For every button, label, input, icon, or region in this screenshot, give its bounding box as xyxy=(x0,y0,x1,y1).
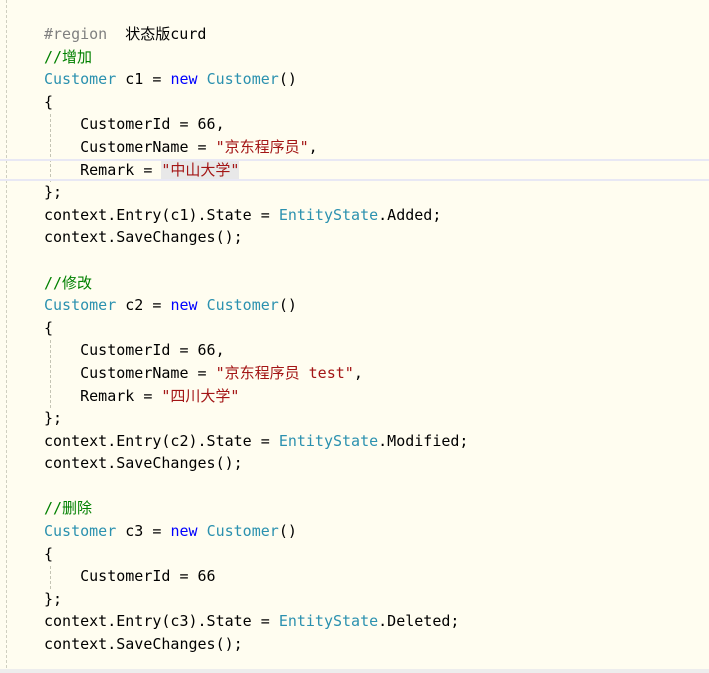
code-token-preproc: #region xyxy=(44,25,108,43)
code-token-type: EntityState xyxy=(278,431,379,450)
code-token-string: "京东程序员 test" xyxy=(215,363,354,382)
code-token-type: EntityState xyxy=(278,205,379,224)
code-line[interactable]: CustomerId = 66, xyxy=(44,113,709,136)
code-token-type: Customer xyxy=(44,296,117,315)
code-token-type: Customer xyxy=(44,70,117,89)
gutter-margin-line xyxy=(6,0,7,673)
code-token-plain: }; xyxy=(44,589,63,608)
code-token-plain: CustomerName = xyxy=(44,137,216,156)
code-token-plain: () xyxy=(278,70,297,89)
code-token-keyword: new xyxy=(170,522,198,541)
code-token-plain: 状态版curd xyxy=(107,25,207,43)
code-token-comment: //修改 xyxy=(44,273,93,292)
code-token-plain: .Added; xyxy=(378,205,442,224)
code-token-keyword: new xyxy=(170,296,198,315)
code-token-plain: () xyxy=(278,296,297,315)
code-line[interactable]: #region 状态版curd xyxy=(44,23,709,46)
code-token-plain: () xyxy=(278,522,297,541)
horizontal-scrollbar-track[interactable] xyxy=(0,669,709,673)
code-line[interactable]: }; xyxy=(44,407,709,430)
code-line[interactable] xyxy=(44,475,709,498)
code-token-plain: , xyxy=(353,363,363,382)
code-line[interactable]: //修改 xyxy=(44,272,709,295)
code-token-comment: //删除 xyxy=(44,499,93,518)
code-token-plain: context.Entry(c2).State = xyxy=(44,431,279,450)
code-line[interactable]: CustomerName = "京东程序员 test", xyxy=(44,362,709,385)
code-token-plain: c2 = xyxy=(116,296,171,315)
code-token-type: Customer xyxy=(206,522,279,541)
code-line[interactable]: context.Entry(c2).State = EntityState.Mo… xyxy=(44,430,709,453)
code-line[interactable]: //删除 xyxy=(44,497,709,520)
code-line[interactable]: }; xyxy=(44,588,709,611)
code-line[interactable]: context.Entry(c1).State = EntityState.Ad… xyxy=(44,204,709,227)
code-token-type: Customer xyxy=(206,296,279,315)
code-token-plain: .Modified; xyxy=(378,431,469,450)
code-line[interactable]: CustomerId = 66 xyxy=(44,565,709,588)
code-token-plain: context.SaveChanges(); xyxy=(44,228,243,247)
code-token-plain: c1 = xyxy=(116,70,171,89)
code-token-plain: { xyxy=(44,318,54,337)
code-line[interactable]: CustomerId = 66, xyxy=(44,339,709,362)
code-token-plain: CustomerId = 66, xyxy=(44,341,225,360)
code-token-plain: }; xyxy=(44,183,63,202)
code-token-string: "京东程序员" xyxy=(215,137,309,156)
code-token-keyword: new xyxy=(170,70,198,89)
code-token-plain: c3 = xyxy=(116,522,171,541)
code-token-type: Customer xyxy=(206,70,279,89)
code-token-plain: CustomerId = 66 xyxy=(44,567,216,586)
code-token-string: "四川大学" xyxy=(161,386,240,405)
code-token-plain: Remark = xyxy=(44,386,162,405)
code-token-type: Customer xyxy=(44,522,117,541)
code-token-plain: CustomerName = xyxy=(44,363,216,382)
code-line[interactable]: context.SaveChanges(); xyxy=(44,633,709,656)
code-line[interactable]: }; xyxy=(44,181,709,204)
code-line[interactable]: { xyxy=(44,317,709,340)
code-area[interactable]: #region 状态版curd//增加 Customer c1 = new Cus… xyxy=(0,23,709,656)
code-line[interactable]: { xyxy=(44,91,709,114)
code-line[interactable]: Remark = "四川大学" xyxy=(44,385,709,408)
code-line[interactable]: Remark = "中山大学" xyxy=(0,158,709,182)
code-token-plain: { xyxy=(44,544,54,563)
code-token-plain: CustomerId = 66, xyxy=(44,115,225,134)
code-token-plain: context.Entry(c3).State = xyxy=(44,612,279,631)
code-token-plain: context.SaveChanges(); xyxy=(44,635,243,654)
code-line[interactable]: { xyxy=(44,543,709,566)
code-token-string: "中山大学" xyxy=(161,160,240,179)
code-token-plain: context.Entry(c1).State = xyxy=(44,205,279,224)
code-line[interactable]: //增加 xyxy=(44,46,709,69)
code-line[interactable] xyxy=(44,249,709,272)
code-token-plain: { xyxy=(44,92,54,111)
code-line[interactable]: context.SaveChanges(); xyxy=(44,452,709,475)
code-token-comment: //增加 xyxy=(44,47,93,66)
code-line[interactable]: context.Entry(c3).State = EntityState.De… xyxy=(44,610,709,633)
code-line[interactable]: CustomerName = "京东程序员", xyxy=(44,136,709,159)
code-token-type: EntityState xyxy=(278,612,379,631)
code-line[interactable]: context.SaveChanges(); xyxy=(44,226,709,249)
code-line[interactable]: Customer c2 = new Customer() xyxy=(44,294,709,317)
code-token-plain: context.SaveChanges(); xyxy=(44,454,243,473)
code-line[interactable]: Customer c1 = new Customer() xyxy=(44,68,709,91)
code-token-plain: .Deleted; xyxy=(378,612,460,631)
code-token-plain: , xyxy=(308,137,318,156)
code-line[interactable]: Customer c3 = new Customer() xyxy=(44,520,709,543)
code-token-plain: }; xyxy=(44,409,63,428)
code-editor[interactable]: #region 状态版curd//增加 Customer c1 = new Cus… xyxy=(0,0,709,673)
code-token-plain: Remark = xyxy=(44,160,162,179)
